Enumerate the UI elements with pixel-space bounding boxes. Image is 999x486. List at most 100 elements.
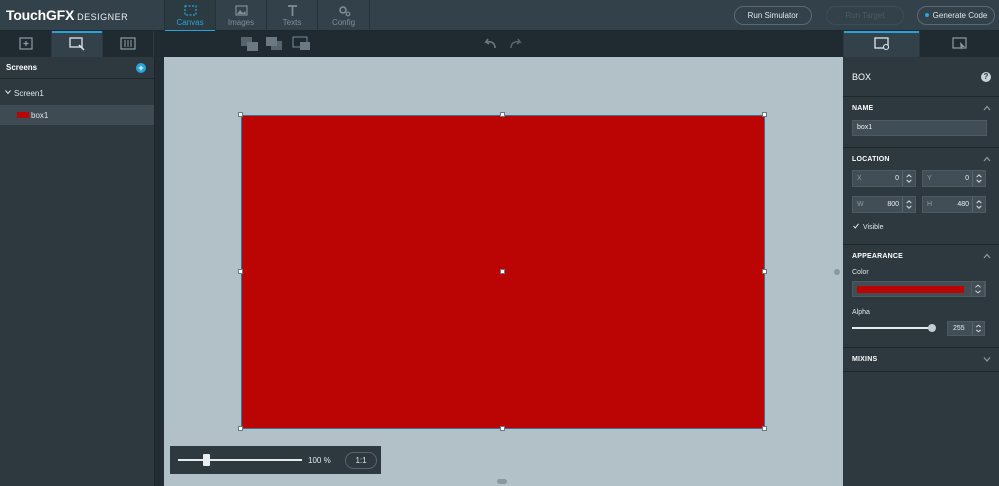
design-canvas[interactable]: 100 % 1:1 [164,57,843,486]
spinner-icon[interactable] [902,171,915,186]
resize-handle-left[interactable] [238,269,243,274]
spinner-icon[interactable] [972,171,985,186]
resize-handle-right[interactable] [762,269,767,274]
color-label: Color [852,269,869,276]
canvas-resize-grip-right[interactable] [834,269,840,275]
send-to-back-icon[interactable] [265,36,287,52]
zoom-value: 100 % [308,456,331,465]
logo-main: TouchGFX [6,7,75,23]
resize-handle-top-right[interactable] [762,112,767,117]
tab-properties[interactable] [843,31,920,57]
resize-handle-bottom[interactable] [500,426,505,431]
section-divider [843,147,999,148]
y-label: Y [927,175,932,182]
tab-screen-tree[interactable] [52,31,103,57]
run-target-button[interactable]: Run Target [826,6,904,25]
tree-widget-item[interactable]: box1 [0,105,154,125]
tree-screen-item[interactable]: Screen1 [0,83,154,103]
alpha-slider-track[interactable] [852,327,930,329]
height-field[interactable]: H 480 [922,196,986,213]
spinner-icon[interactable] [971,281,985,297]
tab-images-label: Images [227,18,255,27]
w-label: W [857,201,864,208]
chevron-up-icon[interactable] [983,105,991,111]
gear-icon [339,6,351,17]
name-field[interactable]: box1 [852,120,987,136]
w-value: 800 [887,201,899,208]
zoom-slider-thumb[interactable] [203,454,210,466]
color-picker-field[interactable] [852,281,986,297]
spinner-icon[interactable] [902,197,915,212]
generate-code-label: Generate Code [932,11,988,20]
tab-interaction-properties[interactable] [920,31,999,57]
chevron-down-icon[interactable] [5,89,11,95]
alpha-value: 255 [953,325,965,332]
tab-config-label: Config [331,18,356,27]
touchgfx-designer-window: TouchGFX DESIGNER Canvas Images Texts Con… [0,0,999,486]
alpha-field[interactable]: 255 [947,321,985,336]
tab-add-widget[interactable] [0,31,52,57]
check-icon [853,223,859,229]
screen-select-icon [69,37,85,51]
bring-to-front-icon[interactable] [240,36,262,52]
properties-panel: BOX ? NAME box1 LOCATION X 0 Y 0 W 800 H… [843,57,999,486]
spinner-icon[interactable] [972,197,985,212]
status-dot-icon [924,13,929,17]
secondary-toolbar [0,31,999,57]
undo-icon[interactable] [480,36,502,52]
spinner-icon[interactable] [972,322,984,335]
add-screen-button[interactable]: + [136,63,146,73]
alpha-slider-thumb[interactable] [928,324,936,332]
mixins-section-title: MIXINS [852,356,878,363]
arrange-icon[interactable] [291,36,313,52]
box-widget-icon [17,112,29,118]
tab-images[interactable]: Images [215,0,266,31]
panel-divider [155,57,164,486]
canvas-resize-grip-bottom[interactable] [497,479,507,484]
resize-handle-top[interactable] [500,112,505,117]
h-value: 480 [957,201,969,208]
move-handle-center[interactable] [500,269,505,274]
screen-name: Screen1 [14,89,44,98]
tab-canvas[interactable]: Canvas [164,0,215,32]
zoom-slider-track[interactable] [178,459,302,461]
logo-sub: DESIGNER [77,12,129,22]
tab-config[interactable]: Config [317,0,370,31]
chevron-up-icon[interactable] [983,253,991,259]
visible-label: Visible [863,224,884,231]
top-bar: TouchGFX DESIGNER Canvas Images Texts Con… [0,0,999,32]
section-divider [843,347,999,348]
x-value: 0 [895,175,899,182]
location-section-title: LOCATION [852,156,890,163]
x-field[interactable]: X 0 [852,170,916,187]
screens-panel: Screens + Screen1 box1 [0,57,155,486]
tab-texts-label: Texts [282,18,302,27]
properties-header: BOX ? [843,57,999,97]
run-simulator-button[interactable]: Run Simulator [734,6,812,25]
widget-name: box1 [31,111,49,120]
properties-icon [873,37,889,51]
widget-type-title: BOX [852,72,872,82]
width-field[interactable]: W 800 [852,196,916,213]
help-icon[interactable]: ? [981,72,991,82]
resize-handle-bottom-right[interactable] [762,426,767,431]
text-icon [288,5,297,16]
resize-handle-top-left[interactable] [238,112,243,117]
chevron-down-icon[interactable] [983,356,991,362]
section-divider [843,371,999,372]
visible-checkbox[interactable]: Visible [853,223,884,231]
resize-handle-bottom-left[interactable] [238,426,243,431]
tab-texts[interactable]: Texts [266,0,317,31]
canvas-icon [184,5,197,16]
alpha-label: Alpha [852,309,870,316]
name-section-title: NAME [852,105,874,112]
chevron-up-icon[interactable] [983,156,991,162]
y-field[interactable]: Y 0 [922,170,986,187]
tab-interactions[interactable] [103,31,154,57]
zoom-reset-button[interactable]: 1:1 [345,452,377,469]
redo-icon[interactable] [505,36,527,52]
sliders-icon [120,37,136,50]
app-logo: TouchGFX DESIGNER [6,7,128,23]
x-label: X [857,175,862,182]
generate-code-button[interactable]: Generate Code [917,6,995,25]
